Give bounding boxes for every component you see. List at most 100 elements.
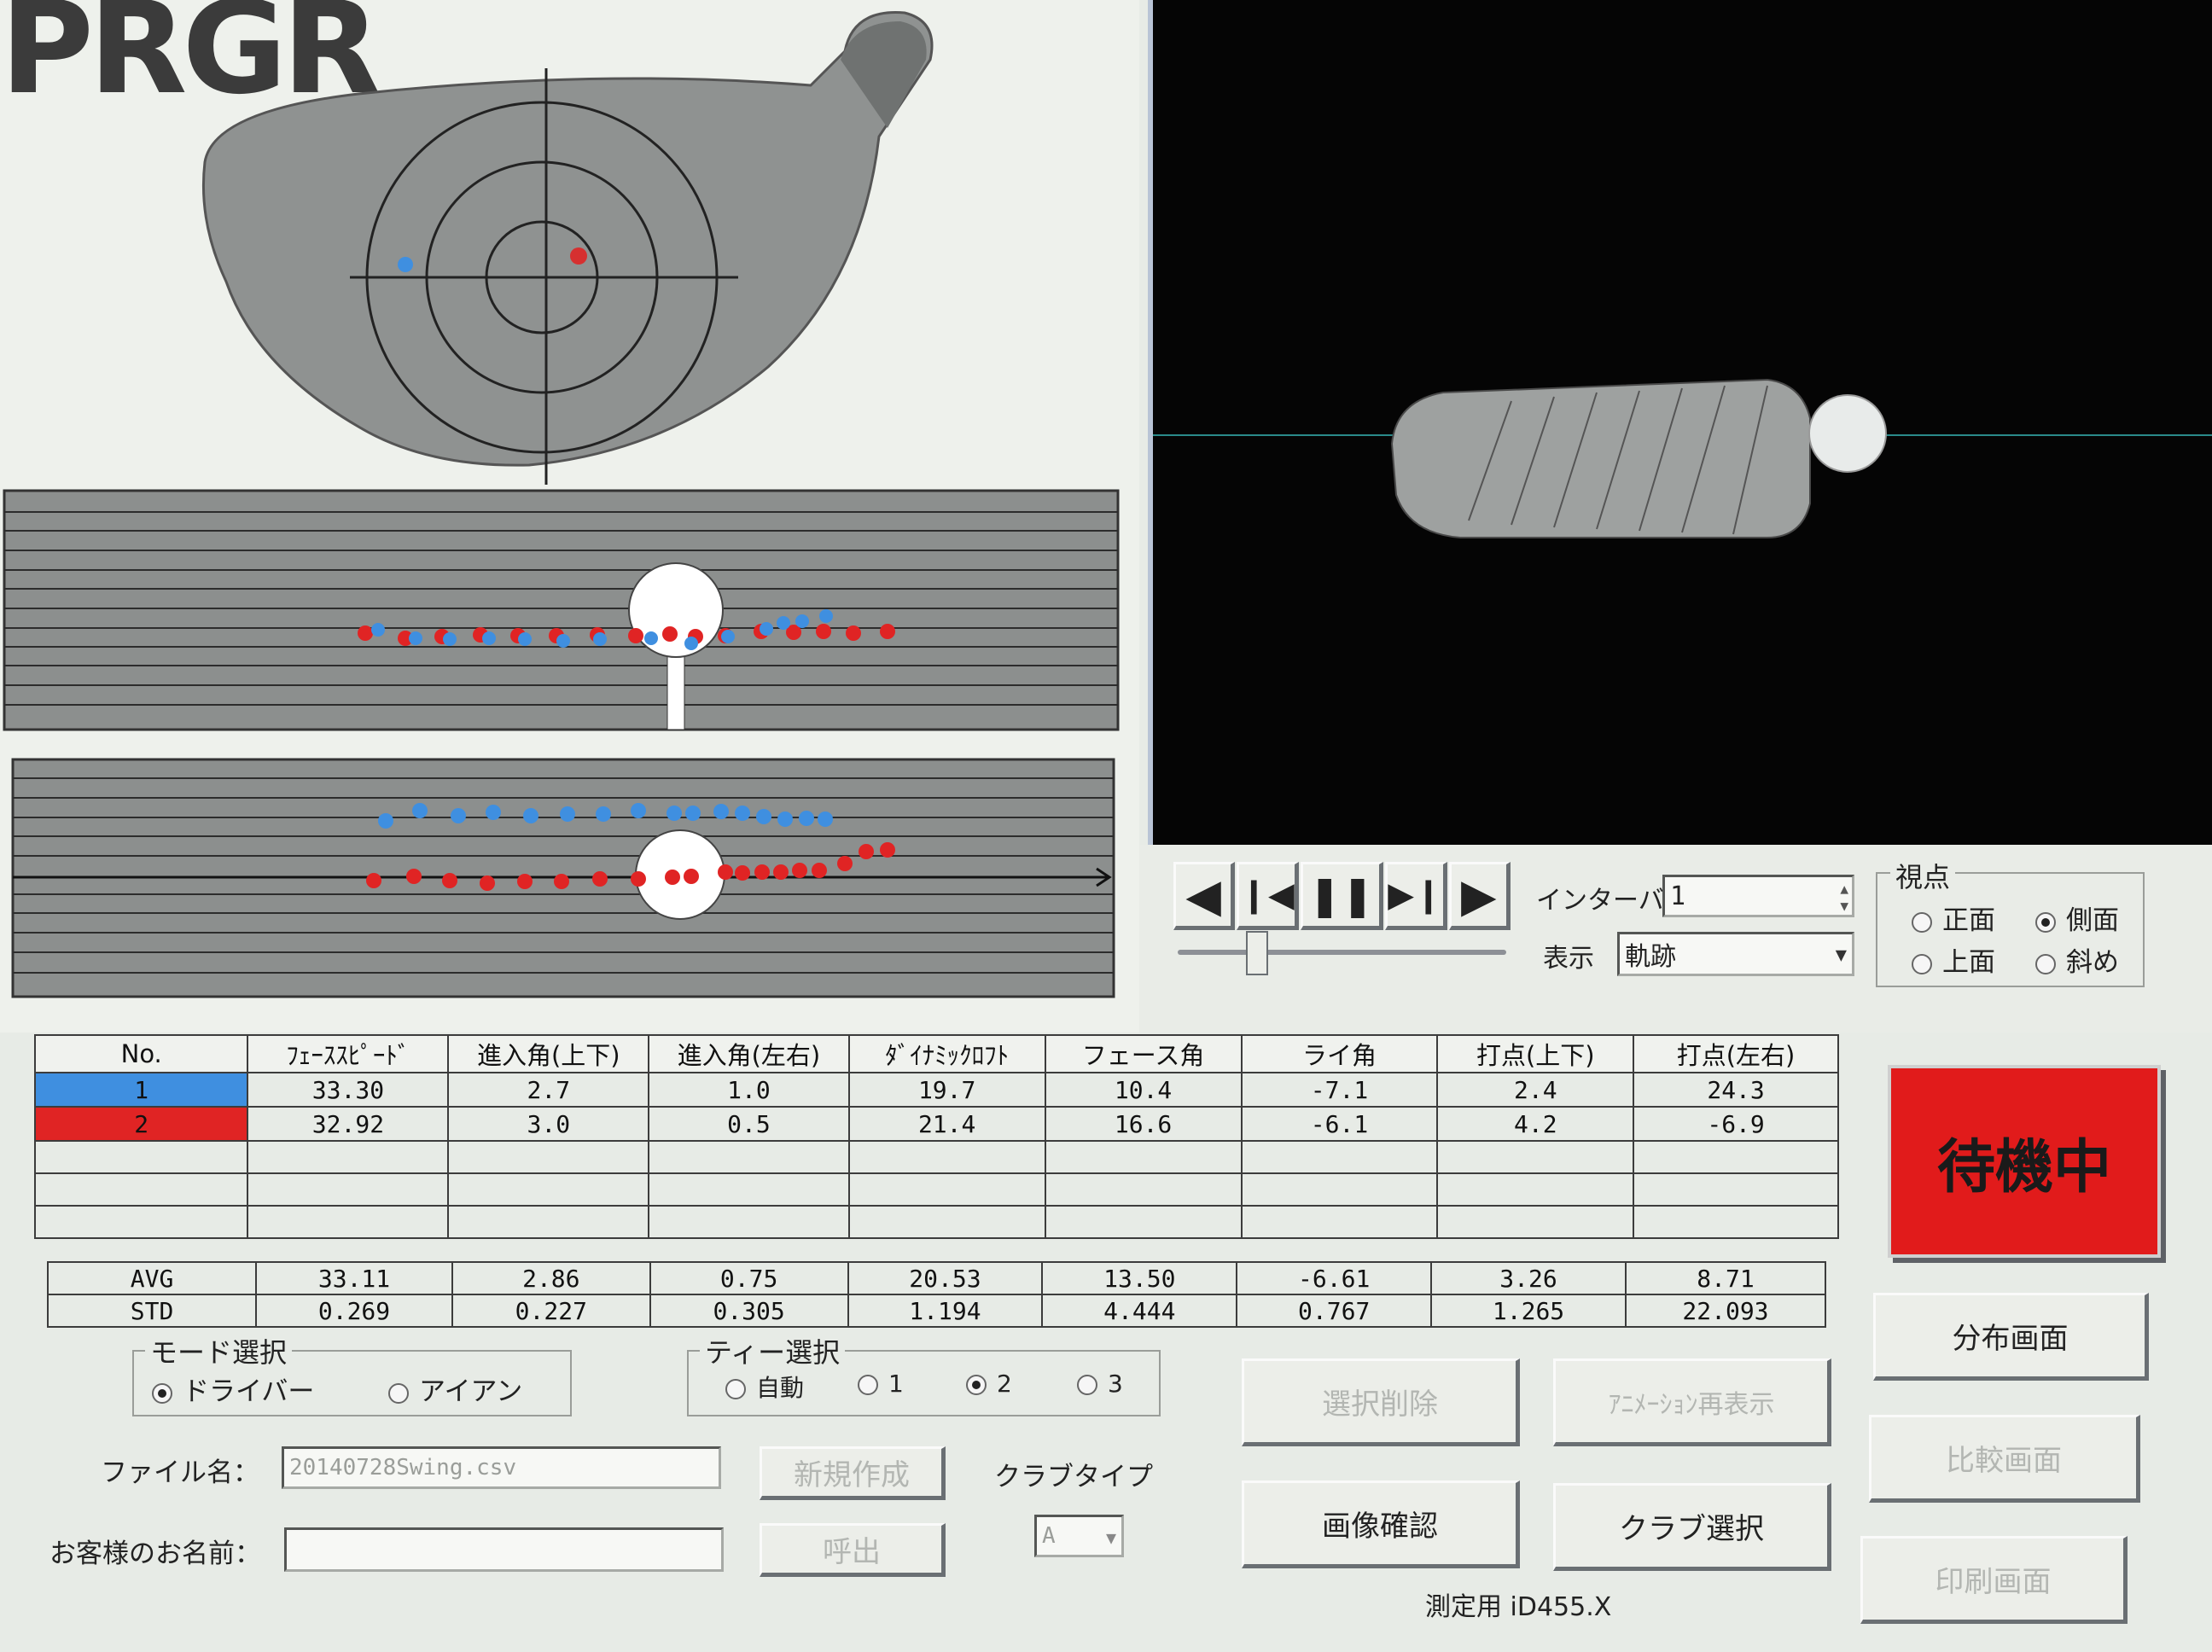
cell: 4.444 — [1041, 1294, 1238, 1328]
row-no[interactable]: 2 — [33, 1106, 249, 1142]
cell: 13.50 — [1041, 1261, 1238, 1295]
col-header-lie-angle: ライ角 — [1240, 1034, 1439, 1073]
std-row: STD 0.269 0.227 0.305 1.194 4.444 0.767 … — [46, 1294, 1827, 1328]
viewpoint-top[interactable]: 上面 — [1912, 940, 1995, 979]
cell: -6.1 — [1240, 1106, 1439, 1142]
stats-table: AVG 33.11 2.86 0.75 20.53 13.50 -6.61 3.… — [46, 1261, 1827, 1328]
standby-status-indicator: 待機中 — [1888, 1065, 2161, 1258]
cell: -6.9 — [1633, 1106, 1839, 1142]
pause-icon: ❚❚ — [1307, 872, 1375, 918]
avg-label: AVG — [46, 1261, 258, 1295]
side-view-trajectory — [3, 489, 1120, 731]
table-row[interactable]: 2 32.92 3.0 0.5 21.4 16.6 -6.1 4.2 -6.9 — [33, 1106, 1839, 1142]
club-type-label: クラブタイプ — [994, 1462, 1153, 1492]
col-header-face-angle: フェース角 — [1044, 1034, 1243, 1073]
mode-driver-label: ドライバー — [183, 1376, 315, 1407]
cell: 4.2 — [1436, 1106, 1635, 1142]
cell: 20.53 — [847, 1261, 1044, 1295]
cell: 32.92 — [247, 1106, 450, 1142]
pause-button[interactable]: ❚❚ — [1300, 862, 1384, 930]
viewpoint-title: 視点 — [1890, 856, 1956, 895]
club-type-select[interactable]: A ▼ — [1034, 1515, 1124, 1557]
viewpoint-front-label: 正面 — [1942, 905, 1995, 936]
file-name-field[interactable]: 20140728Swing.csv — [282, 1446, 721, 1489]
col-header-attack-vertical: 進入角(上下) — [447, 1034, 650, 1073]
tee-auto-label: 自動 — [756, 1374, 805, 1402]
mode-title: モード選択 — [145, 1331, 293, 1370]
cell: 0.269 — [255, 1294, 453, 1328]
mode-driver[interactable]: ドライバー — [152, 1370, 314, 1408]
cell: 10.4 — [1044, 1072, 1243, 1108]
viewpoint-oblique-label: 斜め — [2066, 947, 2119, 978]
frame-slider-handle[interactable] — [1246, 931, 1268, 975]
load-button[interactable]: 呼出 — [760, 1523, 946, 1577]
fast-forward-button[interactable]: ▶ — [1448, 862, 1511, 930]
cell: 3.26 — [1430, 1261, 1627, 1295]
col-header-face-speed: ﾌｪｰｽｽﾋﾟｰﾄﾞ — [247, 1034, 450, 1073]
display-label: 表示 — [1543, 944, 1594, 974]
viewpoint-side[interactable]: 側面 — [2035, 899, 2119, 937]
std-label: STD — [46, 1294, 258, 1328]
club-select-button[interactable]: クラブ選択 — [1553, 1483, 1831, 1571]
club-animation-graphic — [1153, 378, 2212, 538]
radio-icon — [858, 1375, 878, 1395]
radio-icon — [2035, 953, 2056, 974]
step-forward-button[interactable]: ▶❙ — [1385, 862, 1447, 930]
distribution-screen-button[interactable]: 分布画面 — [1873, 1293, 2149, 1381]
cell: -7.1 — [1240, 1072, 1439, 1108]
compare-screen-button[interactable]: 比較画面 — [1869, 1415, 2140, 1503]
viewpoint-front[interactable]: 正面 — [1912, 899, 1995, 937]
shot-data-table: No. ﾌｪｰｽｽﾋﾟｰﾄﾞ 進入角(上下) 進入角(左右) ﾀﾞｲﾅﾐｯｸﾛﾌ… — [33, 1034, 1839, 1239]
delete-selection-button[interactable]: 選択削除 — [1242, 1358, 1520, 1446]
cell: 1.0 — [648, 1072, 850, 1108]
tee-2-label: 2 — [997, 1370, 1012, 1398]
cell: 0.305 — [649, 1294, 849, 1328]
table-row[interactable]: 1 33.30 2.7 1.0 19.7 10.4 -7.1 2.4 24.3 — [33, 1072, 1839, 1108]
radio-icon — [1912, 911, 1932, 933]
tee-3[interactable]: 3 — [1077, 1370, 1123, 1398]
cell: 24.3 — [1633, 1072, 1839, 1108]
interval-spinner[interactable]: 1 ▲ ▼ — [1662, 875, 1854, 917]
mode-iron-label: アイアン — [419, 1376, 523, 1407]
tee-auto[interactable]: 自動 — [725, 1370, 804, 1404]
radio-checked-icon — [966, 1375, 987, 1395]
display-select[interactable]: 軌跡 ▼ — [1617, 932, 1854, 976]
cell: 8.71 — [1624, 1261, 1827, 1295]
radio-icon — [1912, 953, 1932, 974]
cell: 2.86 — [451, 1261, 651, 1295]
rewind-button[interactable]: ◀ — [1173, 862, 1236, 930]
step-back-icon: ❙◀ — [1239, 875, 1295, 915]
cell: 1.265 — [1430, 1294, 1627, 1328]
customer-name-field[interactable] — [284, 1527, 724, 1572]
cell: 33.11 — [255, 1261, 453, 1295]
customer-name-label: お客様のお名前： — [49, 1539, 261, 1569]
chevron-down-icon: ▼ — [1835, 945, 1847, 966]
mode-iron[interactable]: アイアン — [388, 1370, 522, 1408]
club-type-value: A — [1042, 1523, 1056, 1549]
cell: 0.75 — [649, 1261, 849, 1295]
tee-3-label: 3 — [1108, 1370, 1123, 1398]
cell: 2.4 — [1436, 1072, 1635, 1108]
step-back-button[interactable]: ❙◀ — [1237, 862, 1299, 930]
playback-buttons: ◀ ❙◀ ❚❚ ▶❙ ▶ — [1173, 862, 1511, 930]
cell: 21.4 — [847, 1106, 1046, 1142]
table-row-empty — [33, 1205, 1839, 1239]
replay-animation-button[interactable]: ｱﾆﾒｰｼｮﾝ再表示 — [1553, 1358, 1831, 1446]
print-screen-button[interactable]: 印刷画面 — [1860, 1536, 2128, 1624]
cell: 33.30 — [247, 1072, 450, 1108]
new-file-button[interactable]: 新規作成 — [760, 1446, 946, 1500]
frame-slider[interactable] — [1178, 931, 1506, 975]
cell: 2.7 — [447, 1072, 650, 1108]
tee-1[interactable]: 1 — [858, 1370, 904, 1398]
display-value: 軌跡 — [1625, 942, 1676, 972]
spinner-arrows-icon[interactable]: ▲ ▼ — [1840, 881, 1848, 915]
row-no[interactable]: 1 — [33, 1072, 249, 1108]
radio-icon — [1077, 1375, 1097, 1395]
chevron-down-icon: ▼ — [1105, 1527, 1116, 1548]
impact-visualization-panel: PRGR — [0, 0, 1139, 1032]
cell: 0.5 — [648, 1106, 850, 1142]
step-forward-icon: ▶❙ — [1388, 875, 1443, 915]
viewpoint-oblique[interactable]: 斜め — [2035, 940, 2119, 979]
image-check-button[interactable]: 画像確認 — [1242, 1480, 1520, 1568]
tee-2[interactable]: 2 — [966, 1370, 1012, 1398]
